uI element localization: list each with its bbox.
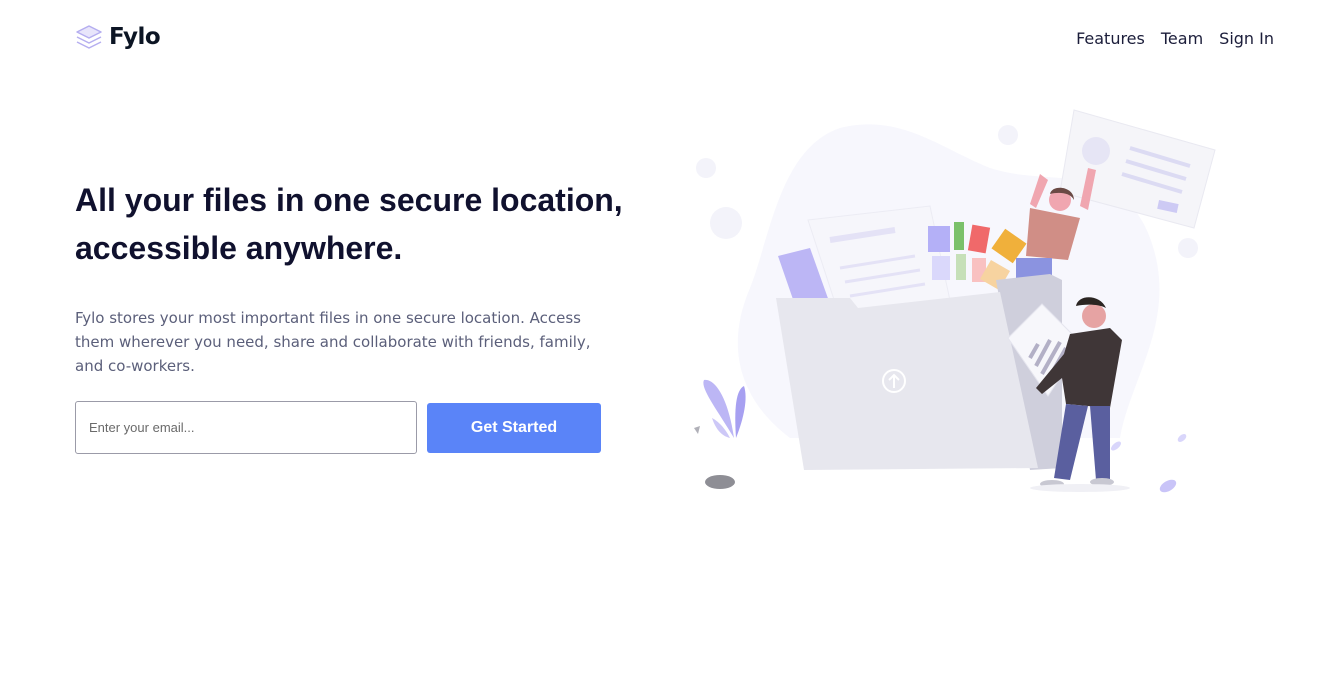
hero-illustration — [694, 109, 1216, 493]
nav-link-team[interactable]: Team — [1161, 29, 1203, 48]
main-nav: Features Team Sign In — [1076, 29, 1274, 48]
stacked-layers-icon — [76, 25, 102, 49]
plant — [694, 379, 746, 489]
leaves — [1111, 434, 1187, 493]
hero-description: Fylo stores your most important files in… — [75, 309, 591, 375]
nav-link-features[interactable]: Features — [1076, 29, 1145, 48]
email-input[interactable] — [75, 401, 417, 454]
logo[interactable]: Fylo — [75, 24, 161, 50]
nav-link-sign-in[interactable]: Sign In — [1219, 29, 1274, 48]
get-started-button[interactable]: Get Started — [427, 403, 601, 453]
folder — [776, 274, 1062, 470]
landing-page: Fylo Features Team Sign In All your file… — [0, 0, 1344, 675]
logo-text: Fylo — [109, 24, 161, 50]
hero-headline: All your files in one secure location, a… — [75, 182, 623, 266]
